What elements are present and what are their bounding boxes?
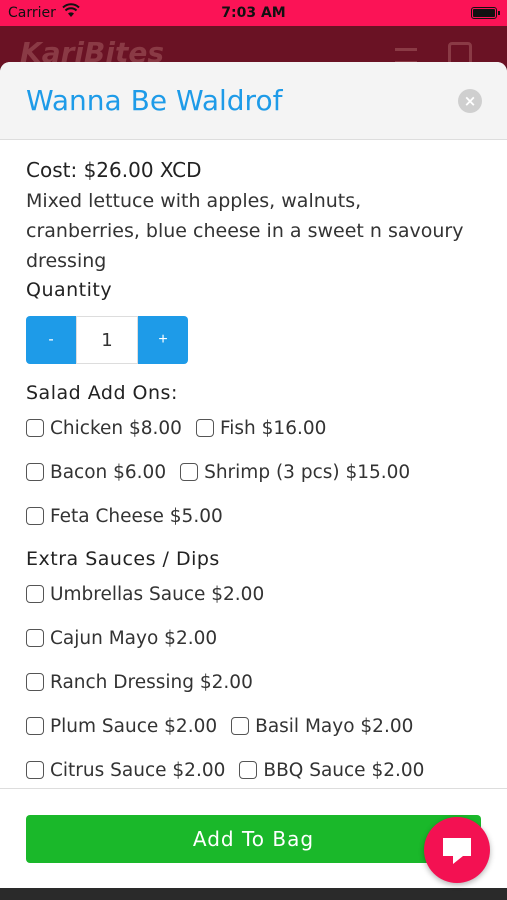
- battery-icon: [471, 7, 500, 19]
- option-label: Fish $16.00: [219, 417, 327, 439]
- checkbox[interactable]: [180, 463, 199, 481]
- status-bar: Carrier 7:03 AM: [0, 0, 507, 26]
- option-label: Cajun Mayo $2.00: [50, 627, 218, 649]
- sauce-row: Citrus Sauce $2.00 BBQ Sauce $2.00: [26, 748, 481, 792]
- checkbox[interactable]: [26, 717, 44, 735]
- sauce-row: Plum Sauce $2.00 Basil Mayo $2.00: [26, 704, 481, 748]
- decrease-quantity-button[interactable]: -: [26, 316, 76, 364]
- checkbox[interactable]: [26, 463, 44, 481]
- checkbox[interactable]: [26, 629, 44, 647]
- sauce-row: Cajun Mayo $2.00: [26, 616, 481, 660]
- sauce-row: Ranch Dressing $2.00: [26, 660, 481, 704]
- extra-sauces-title: Extra Sauces / Dips: [26, 548, 220, 570]
- sauce-option-cajun-mayo[interactable]: Cajun Mayo $2.00: [26, 628, 217, 649]
- add-to-bag-button[interactable]: Add To Bag: [26, 815, 481, 863]
- sauce-option-basil-mayo[interactable]: Basil Mayo $2.00: [231, 716, 413, 737]
- item-title: Wanna Be Waldrof: [26, 84, 283, 117]
- addon-option-bacon[interactable]: Bacon $6.00: [26, 462, 166, 483]
- addon-option-fish[interactable]: Fish $16.00: [195, 417, 327, 439]
- modal-header: Wanna Be Waldrof ×: [0, 62, 507, 140]
- salad-addons-title: Salad Add Ons:: [26, 382, 178, 404]
- modal-body: Cost: $26.00 XCD Mixed lettuce with appl…: [0, 140, 507, 792]
- option-label: Umbrellas Sauce $2.00: [50, 583, 265, 605]
- item-description: Mixed lettuce with apples, walnuts, cran…: [26, 190, 464, 272]
- checkbox[interactable]: [195, 419, 214, 437]
- clock: 7:03 AM: [221, 5, 286, 21]
- app-header: KariBites: [0, 26, 507, 69]
- option-label: Bacon $6.00: [50, 461, 167, 483]
- addon-option-chicken[interactable]: Chicken $8.00: [26, 418, 182, 439]
- option-label: Ranch Dressing $2.00: [50, 671, 253, 693]
- option-label: Basil Mayo $2.00: [255, 715, 414, 737]
- option-label: Shrimp (3 pcs) $15.00: [204, 461, 411, 483]
- quantity-label: Quantity: [26, 279, 113, 301]
- quantity-input[interactable]: [76, 316, 138, 364]
- checkbox[interactable]: [231, 717, 250, 735]
- option-label: Feta Cheese $5.00: [50, 505, 223, 527]
- item-modal: Wanna Be Waldrof × Cost: $26.00 XCD Mixe…: [0, 62, 507, 888]
- increase-quantity-button[interactable]: +: [138, 316, 188, 364]
- addon-option-shrimp[interactable]: Shrimp (3 pcs) $15.00: [180, 462, 410, 483]
- checkbox[interactable]: [26, 419, 44, 437]
- option-label: Plum Sauce $2.00: [50, 715, 218, 737]
- option-label: Chicken $8.00: [50, 417, 182, 439]
- quantity-stepper: - +: [26, 316, 188, 364]
- sauce-option-citrus[interactable]: Citrus Sauce $2.00: [26, 760, 225, 781]
- option-label: BBQ Sauce $2.00: [263, 759, 425, 781]
- sauce-option-ranch[interactable]: Ranch Dressing $2.00: [26, 672, 253, 693]
- sauce-option-bbq[interactable]: BBQ Sauce $2.00: [239, 760, 424, 781]
- checkbox[interactable]: [26, 761, 44, 779]
- sauce-option-plum[interactable]: Plum Sauce $2.00: [26, 716, 217, 737]
- cost-value: $26.00 XCD: [83, 158, 202, 182]
- checkbox[interactable]: [26, 673, 44, 691]
- addon-option-feta-cheese[interactable]: Feta Cheese $5.00: [26, 506, 223, 527]
- option-label: Citrus Sauce $2.00: [50, 759, 226, 781]
- close-icon[interactable]: ×: [458, 89, 482, 113]
- addon-row: Chicken $8.00 Fish $16.00: [26, 406, 481, 450]
- chat-icon: [443, 838, 471, 864]
- bottom-strip: [0, 888, 507, 900]
- checkbox[interactable]: [239, 761, 258, 779]
- cost-label: Cost:: [26, 158, 78, 182]
- chat-button[interactable]: [424, 817, 490, 883]
- addon-row: Bacon $6.00 Shrimp (3 pcs) $15.00: [26, 450, 481, 494]
- sauce-option-umbrellas[interactable]: Umbrellas Sauce $2.00: [26, 584, 264, 605]
- sauce-row: Umbrellas Sauce $2.00: [26, 572, 481, 616]
- item-cost: Cost: $26.00 XCD: [26, 156, 481, 184]
- addon-row: Feta Cheese $5.00: [26, 494, 481, 538]
- checkbox[interactable]: [26, 585, 44, 603]
- checkbox[interactable]: [26, 507, 44, 525]
